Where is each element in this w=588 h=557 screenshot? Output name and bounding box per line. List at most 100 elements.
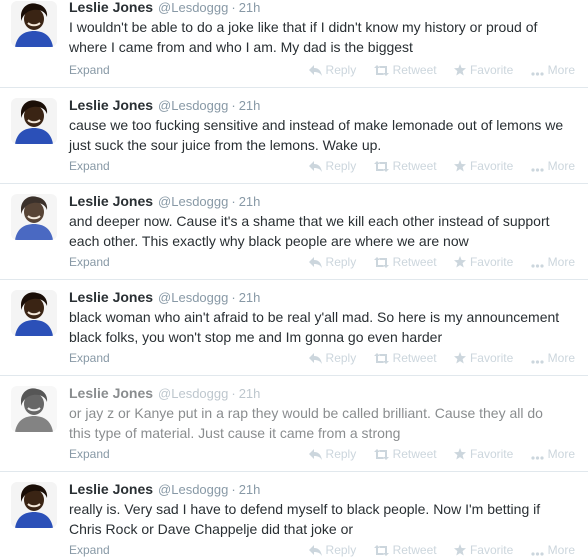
author-name[interactable]: Leslie Jones [69, 481, 153, 497]
tweet-item[interactable]: Leslie Jones @Lesdoggg · 21h or jay z or Ka… [0, 376, 588, 472]
tweet-actions: Reply Retweet Favorite More [295, 446, 575, 462]
tweet-header: Leslie Jones @Lesdoggg · 21h [69, 480, 580, 498]
tweet-item[interactable]: Leslie Jones @Lesdoggg · 21h black woman wh… [0, 280, 588, 376]
more-button[interactable]: More [531, 542, 575, 557]
favorite-button[interactable]: Favorite [453, 158, 513, 174]
author-handle[interactable]: @Lesdoggg [158, 0, 228, 15]
reply-button[interactable]: Reply [308, 62, 356, 78]
tweet-stream: Leslie Jones @Lesdoggg · 21h I wouldn't be … [0, 0, 588, 557]
tweet-text-line: black woman who ain't afraid to be real … [69, 309, 560, 325]
tweet-timestamp[interactable]: 21h [239, 98, 261, 113]
more-label: More [547, 351, 575, 365]
more-dots-icon [531, 72, 544, 76]
tweet-text-line: where I came from and who I am. My dad i… [69, 39, 413, 55]
retweet-button[interactable]: Retweet [373, 62, 437, 78]
more-button[interactable]: More [531, 62, 575, 78]
expand-link[interactable]: Expand [69, 158, 110, 174]
expand-link[interactable]: Expand [69, 62, 110, 78]
retweet-button[interactable]: Retweet [373, 254, 437, 270]
more-label: More [547, 447, 575, 461]
tweet-timestamp[interactable]: 21h [239, 482, 261, 497]
reply-button[interactable]: Reply [308, 254, 356, 270]
author-handle[interactable]: @Lesdoggg [158, 482, 228, 497]
more-dots-icon [531, 360, 544, 364]
author-handle[interactable]: @Lesdoggg [158, 194, 228, 209]
favorite-button[interactable]: Favorite [453, 254, 513, 270]
author-handle[interactable]: @Lesdoggg [158, 98, 228, 113]
tweet-timestamp[interactable]: 21h [239, 386, 261, 401]
reply-button[interactable]: Reply [308, 542, 356, 557]
tweet-header: Leslie Jones @Lesdoggg · 21h [69, 0, 580, 16]
author-handle[interactable]: @Lesdoggg [158, 290, 228, 305]
tweet-item[interactable]: Leslie Jones @Lesdoggg · 21h really is. Ver… [0, 472, 588, 557]
more-button[interactable]: More [531, 350, 575, 366]
expand-link[interactable]: Expand [69, 542, 110, 557]
author-name[interactable]: Leslie Jones [69, 97, 153, 113]
author-name[interactable]: Leslie Jones [69, 193, 153, 209]
tweet-item[interactable]: Leslie Jones @Lesdoggg · 21h and deeper now… [0, 184, 588, 280]
tweet-timestamp[interactable]: 21h [239, 0, 261, 15]
tweet-actions: Reply Retweet Favorite More [295, 254, 575, 270]
header-separator: · [231, 386, 236, 401]
retweet-button[interactable]: Retweet [373, 350, 437, 366]
tweet-header: Leslie Jones @Lesdoggg · 21h [69, 288, 580, 306]
retweet-label: Retweet [392, 159, 437, 173]
reply-button[interactable]: Reply [308, 446, 356, 462]
tweet-item[interactable]: Leslie Jones @Lesdoggg · 21h I wouldn't be … [0, 0, 588, 88]
tweet-text-line: cause we too fucking sensitive and inste… [69, 117, 564, 133]
favorite-button[interactable]: Favorite [453, 350, 514, 366]
tweet-actions: Reply Retweet Favorite More [295, 158, 575, 174]
tweet-timestamp[interactable]: 21h [239, 290, 261, 305]
retweet-button[interactable]: Retweet [373, 158, 437, 174]
expand-link[interactable]: Expand [69, 350, 110, 366]
avatar-image-icon [11, 290, 57, 336]
tweet-item[interactable]: Leslie Jones @Lesdoggg · 21h cause we too f… [0, 88, 588, 184]
avatar[interactable] [11, 1, 57, 47]
retweet-icon [373, 449, 389, 460]
star-icon [453, 352, 466, 364]
reply-button[interactable]: Reply [308, 158, 357, 174]
tweet-text-line: black folks, you won't stop me and Im go… [69, 329, 443, 345]
retweet-icon [373, 257, 389, 268]
avatar[interactable] [11, 98, 57, 144]
reply-icon [308, 545, 322, 556]
reply-label: Reply [325, 159, 357, 173]
more-button[interactable]: More [531, 446, 575, 462]
header-separator: · [231, 98, 236, 113]
retweet-label: Retweet [392, 351, 437, 365]
tweet-timestamp[interactable]: 21h [239, 194, 261, 209]
retweet-button[interactable]: Retweet [373, 446, 437, 462]
author-handle[interactable]: @Lesdoggg [158, 386, 228, 401]
avatar[interactable] [11, 482, 57, 528]
tweet-actions: Reply Retweet Favorite More [295, 542, 575, 557]
retweet-button[interactable]: Retweet [373, 542, 437, 557]
tweet-header: Leslie Jones @Lesdoggg · 21h [69, 96, 580, 114]
reply-icon [308, 449, 322, 460]
tweet-actions: Reply Retweet Favorite More [295, 350, 575, 366]
expand-link[interactable]: Expand [69, 446, 110, 462]
tweet-text-line: Chris Rock or Dave Chappelje did that jo… [69, 521, 354, 537]
more-label: More [547, 255, 575, 269]
avatar[interactable] [11, 290, 57, 336]
expand-link[interactable]: Expand [69, 254, 110, 270]
retweet-icon [373, 353, 389, 364]
avatar[interactable] [11, 194, 57, 240]
more-dots-icon [531, 168, 544, 172]
favorite-label: Favorite [469, 351, 514, 365]
reply-icon [308, 353, 322, 364]
author-name[interactable]: Leslie Jones [69, 385, 153, 401]
tweet-header: Leslie Jones @Lesdoggg · 21h [69, 192, 580, 210]
author-name[interactable]: Leslie Jones [69, 289, 153, 305]
header-separator: · [231, 0, 236, 15]
tweet-text-line: and deeper now. Cause it's a shame that … [69, 213, 550, 229]
avatar-image-icon [11, 386, 57, 432]
avatar[interactable] [11, 386, 57, 432]
more-button[interactable]: More [531, 254, 575, 270]
tweet-footer: Expand Reply Retweet Favorite More [69, 350, 575, 366]
reply-button[interactable]: Reply [308, 350, 356, 366]
favorite-button[interactable]: Favorite [453, 446, 513, 462]
author-name[interactable]: Leslie Jones [69, 0, 153, 15]
favorite-button[interactable]: Favorite [453, 542, 513, 557]
more-button[interactable]: More [531, 158, 575, 174]
favorite-button[interactable]: Favorite [453, 62, 513, 78]
